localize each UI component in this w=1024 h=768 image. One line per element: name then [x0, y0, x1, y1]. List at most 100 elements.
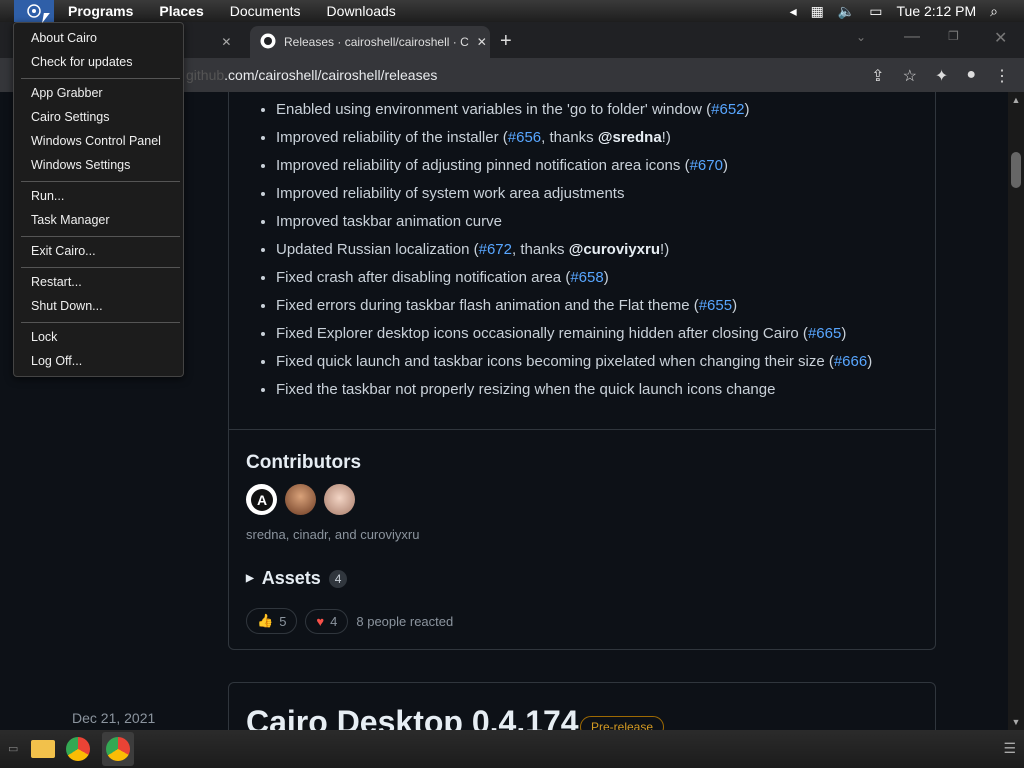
triangle-right-icon: ▶ — [246, 573, 254, 584]
menu-item-run[interactable]: Run... — [31, 189, 64, 203]
contributors-heading: Contributors — [246, 452, 362, 473]
profile-icon[interactable]: ● — [966, 66, 976, 86]
reaction-count: 5 — [279, 613, 287, 629]
menu-item-logoff[interactable]: Log Off... — [31, 354, 82, 368]
new-tab-icon[interactable]: + — [500, 30, 512, 53]
menu-item-task-manager[interactable]: Task Manager — [31, 213, 110, 227]
star-icon[interactable]: ☆ — [903, 66, 917, 86]
close-tab-icon[interactable]: ✕ — [477, 35, 487, 49]
user-mention[interactable]: @sredna — [598, 129, 662, 146]
avatar-curoviyxru[interactable] — [324, 484, 355, 515]
menu-downloads[interactable]: Downloads — [327, 3, 396, 19]
menu-places[interactable]: Places — [159, 3, 203, 19]
task-list-icon[interactable]: ☰ — [1003, 740, 1016, 757]
contributor-names: sredna, cinadr, and curoviyxru — [246, 527, 420, 542]
menu-item-about[interactable]: About Cairo — [31, 31, 97, 45]
menu-item-control-panel[interactable]: Windows Control Panel — [31, 134, 161, 148]
menu-separator — [21, 181, 180, 182]
scroll-up-icon[interactable]: ▲ — [1008, 92, 1024, 108]
user-mention[interactable]: @curoviyxru — [569, 241, 660, 258]
tray-expand-icon[interactable]: ◂ — [790, 3, 797, 20]
scroll-down-icon[interactable]: ▼ — [1008, 714, 1024, 730]
note-item: Improved taskbar animation curve — [276, 208, 872, 236]
minimize-icon[interactable]: — — [904, 28, 920, 46]
volume-icon[interactable]: 🔈 — [838, 3, 855, 20]
issue-link[interactable]: #666 — [834, 353, 867, 370]
action-center-icon[interactable]: ▭ — [869, 3, 882, 20]
reactions-bar: 👍 5 ♥ 4 8 people reacted — [246, 608, 453, 634]
heart-reaction[interactable]: ♥ 4 — [305, 608, 349, 634]
taskbar: ▭ ☰ — [0, 730, 1024, 768]
cairo-menu: About Cairo Check for updates App Grabbe… — [13, 22, 184, 377]
release-title[interactable]: Cairo Desktop 0.4.174 — [246, 704, 579, 730]
clock[interactable]: Tue 2:12 PM — [897, 3, 977, 19]
issue-link[interactable]: #656 — [508, 129, 541, 146]
menu-item-lock[interactable]: Lock — [31, 330, 57, 344]
tab-releases[interactable]: Releases · cairoshell/cairoshell · C ✕ — [250, 26, 490, 58]
kebab-menu-icon[interactable]: ⋮ — [994, 66, 1010, 86]
file-explorer-icon[interactable] — [31, 740, 55, 758]
menu-item-restart[interactable]: Restart... — [31, 275, 82, 289]
menu-separator — [21, 322, 180, 323]
menu-programs[interactable]: Programs — [68, 3, 133, 19]
close-tab-icon[interactable]: ✕ — [221, 35, 231, 49]
issue-link[interactable]: #670 — [690, 157, 723, 174]
prerelease-badge: Pre-release — [580, 716, 665, 730]
note-item: Improved reliability of system work area… — [276, 180, 872, 208]
reaction-summary: 8 people reacted — [356, 613, 454, 629]
desktop-toggle-icon[interactable]: ▭ — [8, 742, 18, 755]
close-window-icon[interactable]: ✕ — [994, 28, 1007, 48]
menu-item-check-updates[interactable]: Check for updates — [31, 55, 132, 69]
note-item: Fixed crash after disabling notification… — [276, 264, 872, 292]
network-icon[interactable]: ▦ — [811, 3, 824, 20]
scroll-thumb[interactable] — [1011, 152, 1021, 188]
extensions-icon[interactable]: ✦ — [935, 66, 948, 86]
menu-item-shutdown[interactable]: Shut Down... — [31, 299, 103, 313]
issue-link[interactable]: #655 — [699, 297, 732, 314]
restore-icon[interactable]: ❐ — [948, 29, 959, 43]
issue-link[interactable]: #652 — [711, 101, 744, 118]
share-icon[interactable]: ⇪ — [871, 66, 884, 86]
menu-separator — [21, 236, 180, 237]
note-item: Fixed Explorer desktop icons occasionall… — [276, 320, 872, 348]
thumbs-up-icon: 👍 — [257, 613, 274, 628]
heart-icon: ♥ — [316, 613, 325, 629]
chrome-icon[interactable] — [106, 737, 130, 761]
assets-label: Assets — [261, 568, 321, 588]
note-item: Enabled using environment variables in t… — [276, 96, 872, 124]
note-item: Improved reliability of the installer (#… — [276, 124, 872, 152]
note-item: Fixed errors during taskbar flash animat… — [276, 292, 872, 320]
svg-text:A: A — [256, 492, 266, 508]
menu-item-cairo-settings[interactable]: Cairo Settings — [31, 110, 110, 124]
url-text[interactable]: github.com/cairoshell/cairoshell/release… — [186, 67, 437, 83]
scrollbar[interactable]: ▲ ▼ — [1008, 92, 1024, 730]
note-item: Fixed quick launch and taskbar icons bec… — [276, 348, 872, 376]
reaction-count: 4 — [330, 613, 338, 629]
issue-link[interactable]: #672 — [479, 241, 512, 258]
search-icon[interactable]: ⌕ — [990, 3, 998, 20]
menu-separator — [21, 267, 180, 268]
assets-toggle[interactable]: ▶ Assets 4 — [246, 568, 348, 589]
avatar-cinadr[interactable] — [285, 484, 316, 515]
github-icon — [260, 33, 276, 52]
release-date: Dec 21, 2021 — [72, 710, 156, 726]
issue-link[interactable]: #658 — [570, 269, 603, 286]
url-path: .com/cairoshell/cairoshell/releases — [224, 67, 438, 83]
note-item: Updated Russian localization (#672, than… — [276, 236, 872, 264]
menu-item-app-grabber[interactable]: App Grabber — [31, 86, 103, 100]
cairo-logo-icon — [27, 4, 41, 18]
release-notes-list: Enabled using environment variables in t… — [276, 96, 872, 404]
menu-separator — [21, 78, 180, 79]
menu-documents[interactable]: Documents — [230, 3, 301, 19]
avatar-sredna[interactable]: A — [246, 484, 277, 515]
chrome-icon[interactable] — [66, 737, 90, 761]
note-item: Fixed the taskbar not properly resizing … — [276, 376, 872, 404]
menu-item-exit[interactable]: Exit Cairo... — [31, 244, 96, 258]
note-item: Improved reliability of adjusting pinned… — [276, 152, 872, 180]
menu-item-windows-settings[interactable]: Windows Settings — [31, 158, 130, 172]
assets-count: 4 — [328, 569, 348, 588]
divider — [229, 429, 935, 430]
tab-search-icon[interactable]: ⌄ — [856, 30, 866, 44]
thumbs-up-reaction[interactable]: 👍 5 — [246, 608, 298, 634]
issue-link[interactable]: #665 — [808, 325, 841, 342]
